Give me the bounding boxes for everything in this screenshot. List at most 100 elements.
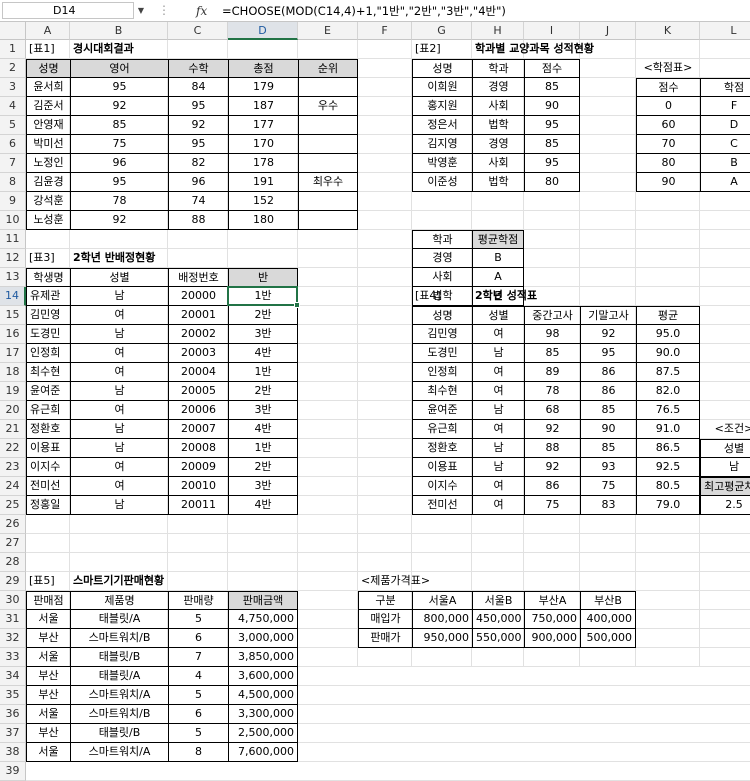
table-title[interactable]: 경시대회결과 <box>70 40 168 59</box>
table-cell[interactable]: 3반 <box>228 477 298 496</box>
row-header[interactable]: 25 <box>0 496 26 515</box>
table-cell[interactable]: 이지수 <box>26 458 70 477</box>
table-cell[interactable]: 정환호 <box>26 420 70 439</box>
table-caption[interactable]: <조건> <box>700 420 750 439</box>
table-cell[interactable]: 남 <box>70 439 168 458</box>
column-header[interactable]: H <box>472 22 524 40</box>
table-cell[interactable]: 3반 <box>228 401 298 420</box>
table-cell[interactable]: 남 <box>70 382 168 401</box>
table-cell[interactable]: 최수현 <box>412 382 472 401</box>
table-cell[interactable]: 92.5 <box>636 458 700 477</box>
table-cell[interactable]: 최우수 <box>298 173 358 192</box>
table-tag[interactable]: [표2] <box>412 40 472 59</box>
table-cell[interactable]: 75 <box>580 477 636 496</box>
row-header[interactable]: 29 <box>0 572 26 591</box>
table-cell[interactable]: 남 <box>472 344 524 363</box>
table-cell[interactable]: 80 <box>636 154 700 173</box>
table-tag[interactable]: [표3] <box>26 249 70 268</box>
table-cell[interactable]: 남 <box>472 458 524 477</box>
table-header-cell[interactable]: 학과 <box>472 59 524 78</box>
table-cell[interactable]: 78 <box>524 382 580 401</box>
row-header[interactable]: 10 <box>0 211 26 230</box>
table-cell[interactable]: 3,000,000 <box>228 629 298 648</box>
row-header[interactable]: 4 <box>0 97 26 116</box>
table-cell[interactable]: 95 <box>524 116 580 135</box>
table-cell[interactable]: 8 <box>168 743 228 762</box>
table-cell[interactable]: 경영 <box>472 135 524 154</box>
table-cell[interactable]: 이용표 <box>412 458 472 477</box>
row-header[interactable]: 7 <box>0 154 26 173</box>
column-header[interactable]: K <box>636 22 700 40</box>
table-cell[interactable]: 80.5 <box>636 477 700 496</box>
table-tag[interactable]: [표1] <box>26 40 70 59</box>
table-cell[interactable]: 매입가 <box>358 610 412 629</box>
table-cell[interactable]: 20004 <box>168 363 228 382</box>
table-cell[interactable]: 20000 <box>168 287 228 306</box>
table-cell[interactable]: 3,300,000 <box>228 705 298 724</box>
table-cell[interactable]: 20008 <box>168 439 228 458</box>
table-cell[interactable]: 이희원 <box>412 78 472 97</box>
table-cell[interactable]: 노성훈 <box>26 211 70 230</box>
table-cell[interactable]: 스마트워치/A <box>70 743 168 762</box>
table-cell[interactable]: 여 <box>472 325 524 344</box>
table-cell[interactable]: 노정인 <box>26 154 70 173</box>
table-cell[interactable]: 95 <box>168 97 228 116</box>
table-title[interactable]: 스마트기기판매현황 <box>70 572 168 591</box>
table-cell[interactable]: 여 <box>472 420 524 439</box>
table-header-cell[interactable]: 평균 <box>636 306 700 325</box>
table-cell[interactable]: 판매가 <box>358 629 412 648</box>
table-cell[interactable]: D <box>700 116 750 135</box>
table-cell[interactable]: 서울 <box>26 705 70 724</box>
table-cell[interactable]: 윤서희 <box>26 78 70 97</box>
table-cell[interactable]: 180 <box>228 211 298 230</box>
table-cell[interactable]: 170 <box>228 135 298 154</box>
fill-handle[interactable] <box>294 302 300 308</box>
table-cell[interactable]: 5 <box>168 610 228 629</box>
table-cell[interactable]: 태블릿/B <box>70 648 168 667</box>
table-cell[interactable]: 177 <box>228 116 298 135</box>
row-header[interactable]: 28 <box>0 553 26 572</box>
table-cell[interactable]: 안영재 <box>26 116 70 135</box>
table-cell[interactable]: 부산 <box>26 667 70 686</box>
table-header-cell[interactable]: 판매점 <box>26 591 70 610</box>
table-cell[interactable]: 4반 <box>228 420 298 439</box>
table-cell[interactable]: 1반 <box>228 363 298 382</box>
row-header[interactable]: 22 <box>0 439 26 458</box>
table-cell[interactable]: 이지수 <box>412 477 472 496</box>
table-cell[interactable]: 전미선 <box>26 477 70 496</box>
table-header-cell[interactable]: 성별 <box>70 268 168 287</box>
table-title[interactable]: 2학년 반배정현황 <box>70 249 168 268</box>
select-all-corner[interactable] <box>0 22 26 40</box>
table-header-cell[interactable]: 반 <box>228 268 298 287</box>
table-cell[interactable]: 95 <box>70 78 168 97</box>
table-cell[interactable]: 김윤경 <box>26 173 70 192</box>
table-cell[interactable]: 정은서 <box>412 116 472 135</box>
table-cell[interactable]: B <box>472 249 524 268</box>
row-header[interactable]: 27 <box>0 534 26 553</box>
table-cell[interactable]: 부산 <box>26 724 70 743</box>
row-header[interactable]: 8 <box>0 173 26 192</box>
table-cell[interactable]: 83 <box>580 496 636 515</box>
table-cell[interactable]: 남 <box>70 325 168 344</box>
table-cell[interactable]: 90.0 <box>636 344 700 363</box>
table-header-cell[interactable]: 영어 <box>70 59 168 78</box>
table-cell[interactable]: 89 <box>524 363 580 382</box>
table-cell[interactable]: 750,000 <box>524 610 580 629</box>
table-cell[interactable]: 85 <box>580 439 636 458</box>
table-cell[interactable]: 90 <box>636 173 700 192</box>
table-cell[interactable]: 우수 <box>298 97 358 116</box>
table-cell[interactable]: 85 <box>524 78 580 97</box>
table-cell[interactable]: 98 <box>524 325 580 344</box>
name-box[interactable]: D14 <box>2 2 134 19</box>
table-header-cell[interactable]: 서울B <box>472 591 524 610</box>
table-cell[interactable] <box>298 116 358 135</box>
column-header[interactable]: I <box>524 22 580 40</box>
table-cell[interactable]: 92 <box>168 116 228 135</box>
table-header-cell[interactable]: 학과 <box>412 230 472 249</box>
table-header-cell[interactable]: 성명 <box>26 59 70 78</box>
table-cell[interactable]: 96 <box>70 154 168 173</box>
table-header-cell[interactable]: 성명 <box>412 59 472 78</box>
table-header-cell[interactable]: 부산A <box>524 591 580 610</box>
column-header[interactable]: D <box>228 22 298 40</box>
table-cell[interactable]: 여 <box>70 306 168 325</box>
